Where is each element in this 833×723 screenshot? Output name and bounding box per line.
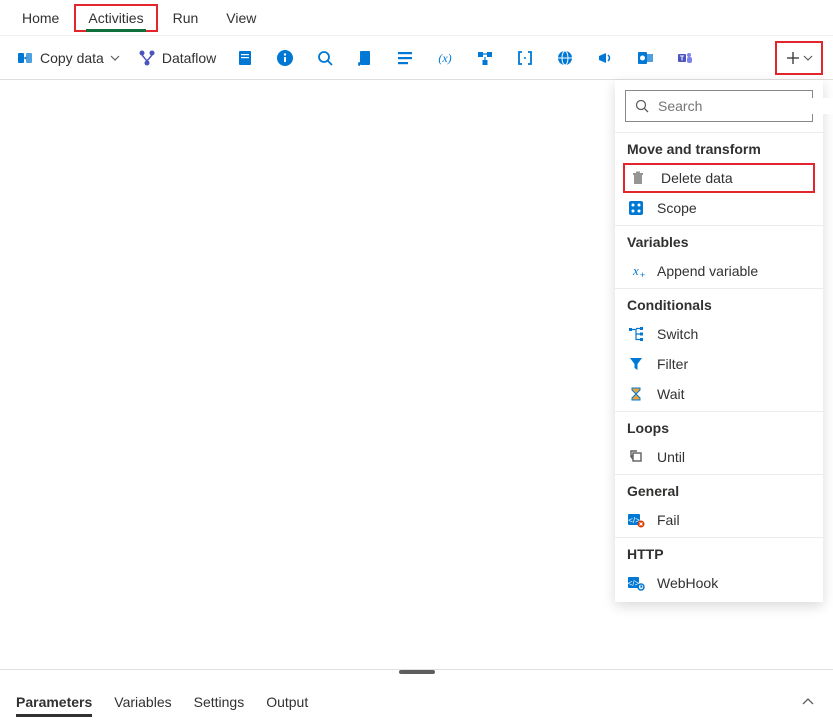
append-variable-icon: x+: [627, 262, 645, 280]
plus-icon: [785, 50, 801, 66]
activity-scope[interactable]: Scope: [615, 193, 823, 223]
svg-text:(x): (x): [439, 51, 452, 65]
variable-icon[interactable]: (x): [428, 41, 462, 75]
switch-icon: [627, 325, 645, 343]
category-conditionals: Conditionals: [615, 288, 823, 319]
pane-resize-handle[interactable]: [0, 669, 833, 675]
activity-webhook[interactable]: </> WebHook: [615, 568, 823, 598]
menu-activities[interactable]: Activities: [74, 4, 157, 32]
pipeline-icon[interactable]: [468, 41, 502, 75]
bottom-tabs: Parameters Variables Settings Output: [0, 679, 833, 723]
search-icon[interactable]: [308, 41, 342, 75]
category-loops: Loops: [615, 411, 823, 442]
tab-parameters[interactable]: Parameters: [16, 684, 92, 720]
chevron-up-icon: [801, 695, 815, 709]
filter-icon: [627, 355, 645, 373]
script-icon[interactable]: [348, 41, 382, 75]
activity-label: Delete data: [661, 170, 733, 186]
activity-switch[interactable]: Switch: [615, 319, 823, 349]
chevron-down-icon: [110, 53, 120, 63]
copy-data-icon: [16, 49, 34, 67]
activity-wait[interactable]: Wait: [615, 379, 823, 409]
menu-run[interactable]: Run: [159, 4, 213, 32]
canvas-area[interactable]: Move and transform Delete data Scope Var…: [0, 80, 833, 670]
megaphone-icon[interactable]: [588, 41, 622, 75]
activity-delete-data[interactable]: Delete data: [623, 163, 815, 193]
menu-view[interactable]: View: [212, 4, 270, 32]
activity-label: Filter: [657, 356, 688, 372]
search-input[interactable]: [658, 98, 833, 114]
menu-home[interactable]: Home: [8, 4, 73, 32]
activity-until[interactable]: Until: [615, 442, 823, 472]
copy-data-label: Copy data: [40, 50, 104, 66]
toolbar: Copy data Dataflow (x) T: [0, 36, 833, 80]
dataflow-button[interactable]: Dataflow: [132, 45, 222, 71]
category-move-transform: Move and transform: [615, 132, 823, 163]
activity-label: Until: [657, 449, 685, 465]
lines-icon[interactable]: [388, 41, 422, 75]
trash-icon: [629, 169, 647, 187]
activity-label: Scope: [657, 200, 697, 216]
add-activity-button[interactable]: [775, 41, 823, 75]
svg-text:+: +: [640, 270, 645, 279]
svg-text:T: T: [680, 55, 685, 62]
collapse-pane-button[interactable]: [801, 695, 815, 709]
search-box[interactable]: [625, 90, 813, 122]
activity-label: Fail: [657, 512, 680, 528]
brackets-icon[interactable]: [508, 41, 542, 75]
webhook-icon: </>: [627, 574, 645, 592]
menubar: Home Activities Run View: [0, 0, 833, 36]
fail-icon: </>: [627, 511, 645, 529]
tab-variables[interactable]: Variables: [114, 684, 171, 720]
notebook-icon[interactable]: [228, 41, 262, 75]
search-icon: [634, 98, 650, 114]
copy-data-button[interactable]: Copy data: [10, 45, 126, 71]
globe-icon[interactable]: [548, 41, 582, 75]
dataflow-label: Dataflow: [162, 50, 216, 66]
activity-label: WebHook: [657, 575, 718, 591]
category-http: HTTP: [615, 537, 823, 568]
svg-text:x: x: [632, 263, 639, 278]
info-icon[interactable]: [268, 41, 302, 75]
activity-filter[interactable]: Filter: [615, 349, 823, 379]
teams-icon[interactable]: T: [668, 41, 702, 75]
until-icon: [627, 448, 645, 466]
activity-fail[interactable]: </> Fail: [615, 505, 823, 535]
activity-append-variable[interactable]: x+ Append variable: [615, 256, 823, 286]
tab-output[interactable]: Output: [266, 684, 308, 720]
activity-label: Wait: [657, 386, 684, 402]
tab-settings[interactable]: Settings: [194, 684, 245, 720]
scope-icon: [627, 199, 645, 217]
dataflow-icon: [138, 49, 156, 67]
hourglass-icon: [627, 385, 645, 403]
category-general: General: [615, 474, 823, 505]
outlook-icon[interactable]: [628, 41, 662, 75]
activity-label: Switch: [657, 326, 698, 342]
chevron-down-icon: [803, 53, 813, 63]
category-variables: Variables: [615, 225, 823, 256]
activity-label: Append variable: [657, 263, 758, 279]
activities-dropdown: Move and transform Delete data Scope Var…: [615, 80, 823, 602]
